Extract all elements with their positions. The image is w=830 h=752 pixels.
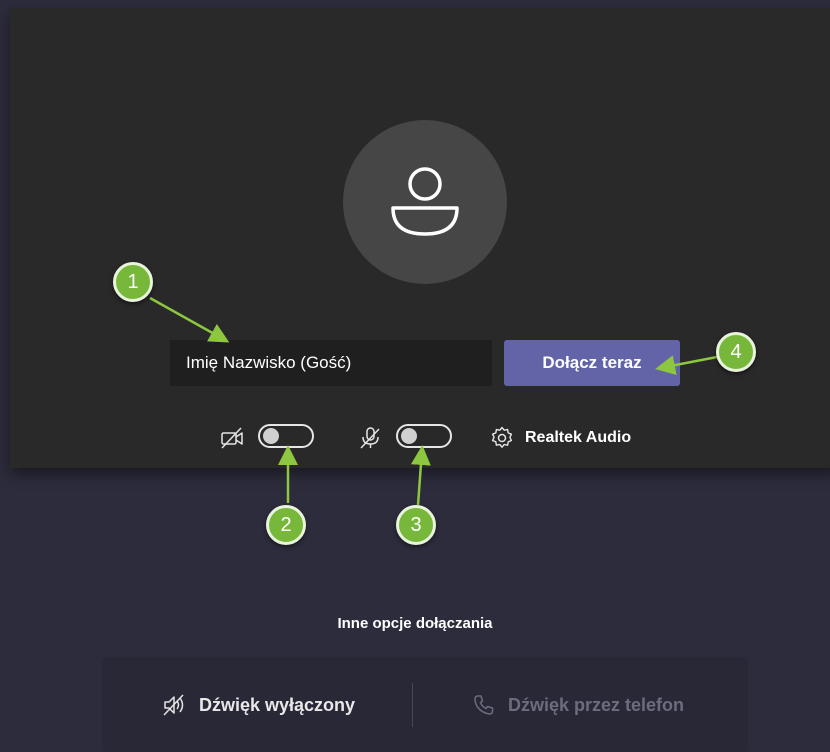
annotation-number: 2 [280, 513, 292, 536]
phone-audio-option[interactable]: Dźwięk przez telefon [472, 692, 684, 718]
audio-device-label: Realtek Audio [525, 429, 632, 446]
audio-device-settings[interactable]: Realtek Audio [489, 425, 631, 451]
avatar [343, 120, 507, 284]
person-icon [391, 167, 459, 236]
microphone-toggle[interactable] [396, 424, 452, 448]
audio-off-option[interactable]: Dźwięk wyłączony [161, 692, 355, 718]
microphone-toggle-knob [401, 428, 417, 444]
annotation-number: 4 [730, 340, 742, 363]
join-now-button[interactable]: Dołącz teraz [504, 340, 680, 386]
annotation-badge-1: 1 [113, 262, 153, 302]
gear-icon [491, 426, 513, 448]
camera-off-icon [221, 427, 243, 449]
camera-toggle[interactable] [258, 424, 314, 448]
speaker-off-icon [163, 694, 184, 716]
display-name-input[interactable] [170, 340, 492, 386]
annotation-badge-4: 4 [716, 332, 756, 372]
annotation-number: 3 [410, 513, 422, 536]
phone-icon [474, 695, 494, 715]
annotation-number: 1 [127, 270, 139, 293]
annotation-badge-3: 3 [396, 505, 436, 545]
microphone-off-icon [360, 427, 380, 449]
options-divider [412, 683, 413, 727]
phone-audio-label: Dźwięk przez telefon [508, 694, 685, 715]
annotation-badge-2: 2 [266, 505, 306, 545]
audio-off-label: Dźwięk wyłączony [199, 694, 356, 715]
camera-toggle-knob [263, 428, 279, 444]
other-join-options-title: Inne opcje dołączania [337, 615, 493, 632]
